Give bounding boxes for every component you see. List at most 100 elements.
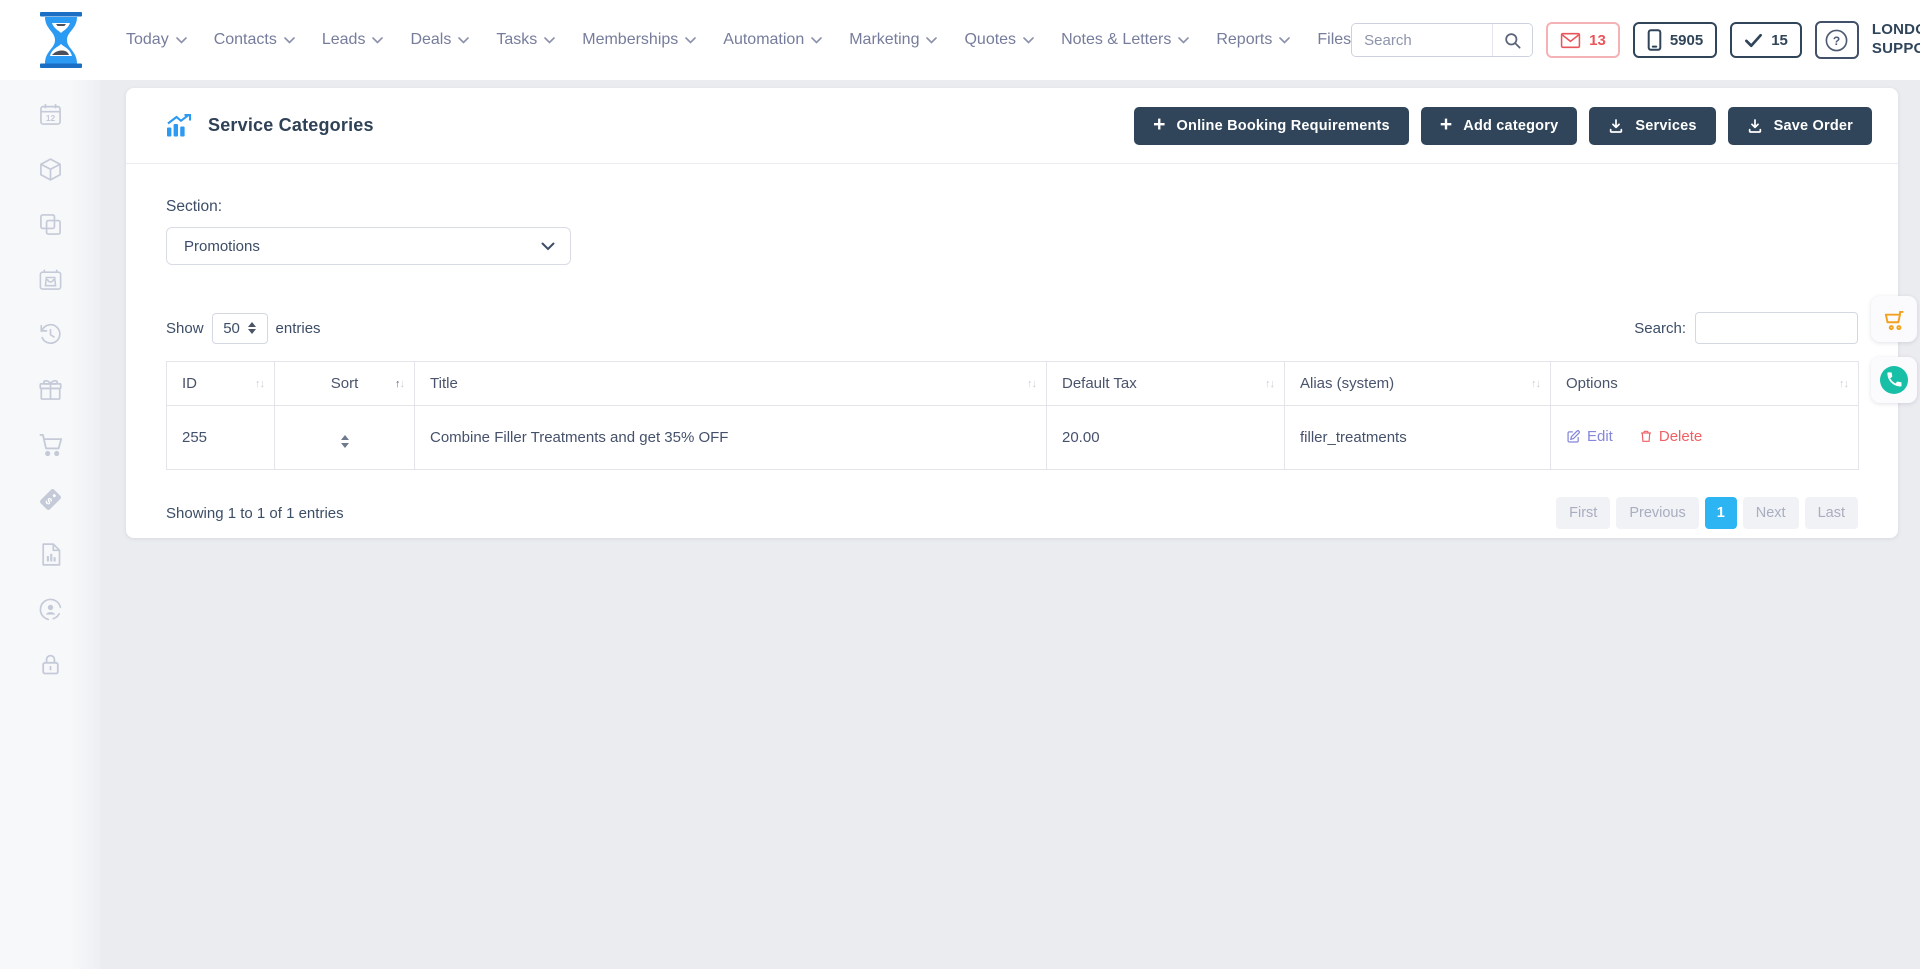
- service-categories-card: Service Categories + Online Booking Requ…: [126, 88, 1898, 538]
- pagination-previous[interactable]: Previous: [1616, 497, 1698, 529]
- nav-label: Deals: [410, 31, 451, 49]
- card-header: Service Categories + Online Booking Requ…: [126, 88, 1898, 164]
- sidebar-item-online-bookings[interactable]: [36, 265, 64, 293]
- sort-arrows-icon: ↑↓: [1265, 378, 1274, 390]
- pagination-next[interactable]: Next: [1743, 497, 1799, 529]
- sidebar-item-cart[interactable]: [36, 430, 64, 458]
- floating-phone-button[interactable]: [1871, 357, 1917, 403]
- column-header-id[interactable]: ID↑↓: [167, 362, 275, 406]
- sort-arrows-icon: ↑↓: [1531, 378, 1540, 390]
- sidebar-item-clients[interactable]: [36, 595, 64, 623]
- nav-label: Today: [126, 31, 169, 49]
- column-header-default-tax[interactable]: Default Tax↑↓: [1047, 362, 1285, 406]
- drag-handle[interactable]: [341, 435, 349, 448]
- nav-item-quotes[interactable]: Quotes: [964, 31, 1034, 49]
- main-nav: Today Contacts Leads Deals Tasks Members…: [126, 31, 1351, 49]
- edit-pencil-icon: [1566, 429, 1581, 444]
- sidebar-item-security[interactable]: [36, 650, 64, 678]
- pagination-first[interactable]: First: [1556, 497, 1610, 529]
- global-search-input[interactable]: [1352, 24, 1492, 56]
- nav-label: Notes & Letters: [1061, 31, 1171, 49]
- column-header-options[interactable]: Options↑↓: [1551, 362, 1859, 406]
- sidebar-item-calendar[interactable]: 12: [36, 100, 64, 128]
- floating-cart-button[interactable]: [1871, 296, 1917, 342]
- sidebar-item-gift-vouchers[interactable]: [36, 375, 64, 403]
- sidebar-item-rooms[interactable]: [36, 210, 64, 238]
- gift-icon: [37, 376, 64, 403]
- table-search-label: Search:: [1634, 320, 1686, 337]
- nav-label: Quotes: [964, 31, 1016, 49]
- nav-item-leads[interactable]: Leads: [322, 31, 384, 49]
- chevron-down-icon: [541, 242, 555, 251]
- tasks-count: 15: [1771, 32, 1788, 49]
- sidebar-item-pricing[interactable]: $: [36, 485, 64, 513]
- nav-item-contacts[interactable]: Contacts: [214, 31, 295, 49]
- svg-text:12: 12: [45, 113, 55, 123]
- table-footer: Showing 1 to 1 of 1 entries First Previo…: [166, 497, 1858, 529]
- search-button[interactable]: [1492, 24, 1532, 56]
- chevron-down-icon: [458, 37, 469, 44]
- save-order-button[interactable]: Save Order: [1728, 107, 1872, 145]
- nav-item-notes-letters[interactable]: Notes & Letters: [1061, 31, 1189, 49]
- analytics-chart-icon: [166, 114, 193, 137]
- plus-icon: +: [1153, 114, 1165, 135]
- nav-item-marketing[interactable]: Marketing: [849, 31, 937, 49]
- calendar-bag-icon: [37, 266, 64, 293]
- delete-link[interactable]: Delete: [1639, 428, 1702, 445]
- edit-link[interactable]: Edit: [1566, 428, 1613, 445]
- tasks-done-badge[interactable]: 15: [1730, 22, 1802, 58]
- smartphone-icon: [1647, 29, 1662, 51]
- page-length-select[interactable]: 50: [212, 313, 268, 344]
- nav-item-automation[interactable]: Automation: [723, 31, 822, 49]
- user-name: LONDON SUPPORT: [1872, 21, 1920, 59]
- column-header-title[interactable]: Title↑↓: [415, 362, 1047, 406]
- table-controls: Show 50 entries Search:: [166, 312, 1858, 344]
- page-title-wrap: Service Categories: [166, 114, 374, 137]
- main-content: Service Categories + Online Booking Requ…: [100, 80, 1920, 969]
- nav-item-tasks[interactable]: Tasks: [496, 31, 555, 49]
- entries-summary: Showing 1 to 1 of 1 entries: [166, 505, 344, 522]
- section-select[interactable]: Promotions: [166, 227, 571, 265]
- nav-item-deals[interactable]: Deals: [410, 31, 469, 49]
- service-categories-table: ID↑↓ Sort↑↓ Title↑↓ Default Tax↑↓ Alias …: [166, 361, 1859, 470]
- report-document-icon: [37, 541, 64, 568]
- section-selected-value: Promotions: [184, 238, 260, 255]
- nav-label: Reports: [1216, 31, 1272, 49]
- nav-item-memberships[interactable]: Memberships: [582, 31, 696, 49]
- updown-arrows-icon: [248, 322, 256, 334]
- price-tag-icon: $: [37, 486, 64, 513]
- shopping-cart-icon: [37, 431, 64, 458]
- cell-id: 255: [167, 406, 275, 470]
- nav-item-reports[interactable]: Reports: [1216, 31, 1290, 49]
- online-booking-requirements-button[interactable]: + Online Booking Requirements: [1134, 107, 1409, 145]
- pagination-page-1[interactable]: 1: [1705, 497, 1737, 529]
- table-search-input[interactable]: [1695, 312, 1858, 344]
- column-header-sort[interactable]: Sort↑↓: [275, 362, 415, 406]
- pagination: First Previous 1 Next Last: [1556, 497, 1858, 529]
- button-label: Online Booking Requirements: [1177, 118, 1390, 134]
- cell-options: Edit Delete: [1551, 406, 1859, 470]
- sidebar-item-history[interactable]: [36, 320, 64, 348]
- card-body: Section: Promotions Show 50 entries Sear…: [126, 164, 1898, 529]
- nav-item-files[interactable]: Files: [1317, 31, 1351, 49]
- left-sidebar: 12 $: [0, 80, 100, 969]
- download-icon: [1747, 118, 1763, 134]
- column-header-alias[interactable]: Alias (system)↑↓: [1285, 362, 1551, 406]
- nav-label: Memberships: [582, 31, 678, 49]
- overlapping-squares-icon: [37, 211, 64, 238]
- app-logo-hourglass-icon[interactable]: [32, 10, 90, 70]
- sidebar-item-reports[interactable]: [36, 540, 64, 568]
- chevron-down-icon: [284, 37, 295, 44]
- cart-orange-icon: [1881, 306, 1907, 332]
- sidebar-item-products[interactable]: [36, 155, 64, 183]
- sms-credit-badge[interactable]: 5905: [1633, 22, 1717, 58]
- services-button[interactable]: Services: [1589, 107, 1715, 145]
- add-category-button[interactable]: + Add category: [1421, 107, 1578, 145]
- sort-arrows-icon: ↑↓: [1027, 378, 1036, 390]
- nav-label: Contacts: [214, 31, 277, 49]
- mail-notifications-badge[interactable]: 13: [1546, 22, 1620, 58]
- chevron-down-icon: [811, 37, 822, 44]
- nav-item-today[interactable]: Today: [126, 31, 187, 49]
- pagination-last[interactable]: Last: [1805, 497, 1858, 529]
- help-button[interactable]: ?: [1815, 21, 1859, 59]
